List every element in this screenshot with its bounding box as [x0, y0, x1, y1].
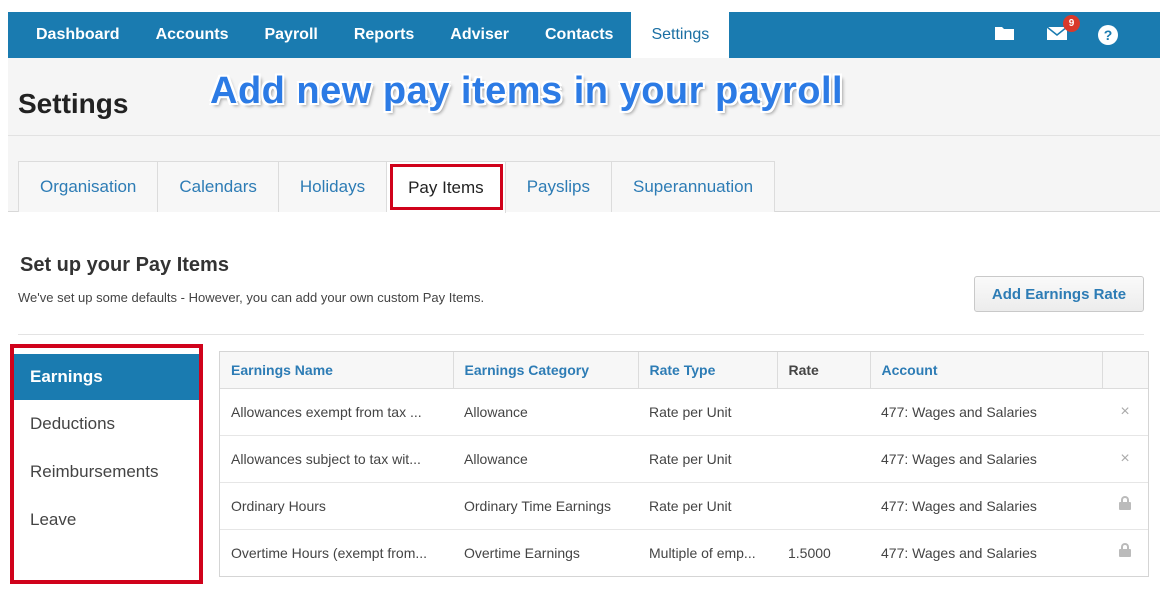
add-earnings-rate-button[interactable]: Add Earnings Rate	[974, 276, 1144, 312]
table-row[interactable]: Overtime Hours (exempt from... Overtime …	[220, 529, 1148, 576]
earnings-table: Earnings Name Earnings Category Rate Typ…	[219, 351, 1149, 577]
cell-rate-type: Rate per Unit	[638, 482, 777, 530]
cell-account: 477: Wages and Salaries	[870, 435, 1102, 483]
col-rate-type[interactable]: Rate Type	[638, 352, 778, 389]
overlay-caption: Add new pay items in your payroll	[210, 70, 844, 112]
nav-adviser[interactable]: Adviser	[432, 12, 527, 58]
col-account[interactable]: Account	[870, 352, 1103, 389]
lock-icon	[1102, 482, 1148, 530]
col-action	[1102, 352, 1148, 389]
lock-icon	[1102, 529, 1148, 576]
pay-item-side-menu: Earnings Deductions Reimbursements Leave	[10, 344, 203, 584]
table-row[interactable]: Allowances exempt from tax ... Allowance…	[220, 388, 1148, 436]
cell-earnings-name[interactable]: Allowances subject to tax wit...	[220, 435, 453, 483]
section-description: We've set up some defaults - However, yo…	[18, 290, 485, 305]
side-item-earnings[interactable]: Earnings	[14, 354, 199, 400]
col-rate: Rate	[777, 352, 871, 389]
tab-superannuation[interactable]: Superannuation	[612, 161, 776, 212]
tab-organisation[interactable]: Organisation	[18, 161, 159, 212]
cell-earnings-category: Ordinary Time Earnings	[453, 482, 638, 530]
nav-dashboard[interactable]: Dashboard	[8, 12, 138, 58]
nav-payroll[interactable]: Payroll	[246, 12, 335, 58]
cell-rate-type: Rate per Unit	[638, 388, 777, 436]
nav-settings[interactable]: Settings	[631, 12, 730, 58]
section-title: Set up your Pay Items	[20, 254, 229, 276]
nav-accounts[interactable]: Accounts	[138, 12, 247, 58]
table-header-row: Earnings Name Earnings Category Rate Typ…	[220, 352, 1148, 389]
nav-icons: 9 ?	[994, 12, 1160, 58]
cell-earnings-category: Allowance	[453, 435, 638, 483]
cell-rate	[777, 388, 870, 436]
side-item-reimbursements[interactable]: Reimbursements	[14, 448, 199, 496]
table-row[interactable]: Ordinary Hours Ordinary Time Earnings Ra…	[220, 482, 1148, 530]
side-item-leave[interactable]: Leave	[14, 496, 199, 544]
divider	[18, 334, 1144, 335]
top-nav: Dashboard Accounts Payroll Reports Advis…	[8, 12, 1160, 58]
cell-rate-type: Multiple of emp...	[649, 544, 756, 561]
tab-payslips[interactable]: Payslips	[505, 161, 612, 212]
help-icon[interactable]: ?	[1098, 25, 1120, 45]
side-item-deductions[interactable]: Deductions	[14, 400, 199, 448]
col-earnings-name[interactable]: Earnings Name	[220, 352, 454, 389]
tab-calendars[interactable]: Calendars	[158, 161, 279, 212]
notification-badge: 9	[1063, 14, 1080, 32]
nav-contacts[interactable]: Contacts	[527, 12, 631, 58]
cell-earnings-name[interactable]: Overtime Hours (exempt from...	[220, 529, 453, 576]
cell-earnings-category: Overtime Earnings	[464, 544, 580, 561]
delete-icon[interactable]: ×	[1102, 435, 1148, 483]
cell-rate	[777, 435, 870, 483]
mail-icon[interactable]: 9	[1046, 14, 1080, 46]
cell-earnings-name[interactable]: Allowances exempt from tax ...	[220, 388, 453, 436]
cell-rate-type: Rate per Unit	[638, 435, 777, 483]
folder-icon[interactable]	[994, 25, 1016, 46]
cell-account: 477: Wages and Salaries	[881, 544, 1037, 561]
cell-account: 477: Wages and Salaries	[870, 482, 1102, 530]
delete-icon[interactable]: ×	[1102, 388, 1148, 436]
col-earnings-category[interactable]: Earnings Category	[453, 352, 639, 389]
cell-earnings-category: Allowance	[453, 388, 638, 436]
cell-account: 477: Wages and Salaries	[870, 388, 1102, 436]
tab-pay-items[interactable]: Pay Items	[387, 161, 506, 213]
table-row[interactable]: Allowances subject to tax wit... Allowan…	[220, 435, 1148, 483]
tab-holidays[interactable]: Holidays	[278, 161, 388, 212]
cell-earnings-name[interactable]: Ordinary Hours	[220, 482, 453, 530]
nav-reports[interactable]: Reports	[336, 12, 432, 58]
settings-tabs: Organisation Calendars Holidays Pay Item…	[18, 161, 776, 213]
cell-rate	[777, 482, 870, 530]
page-title: Settings	[18, 88, 129, 119]
cell-rate: 1.5000	[788, 544, 831, 561]
